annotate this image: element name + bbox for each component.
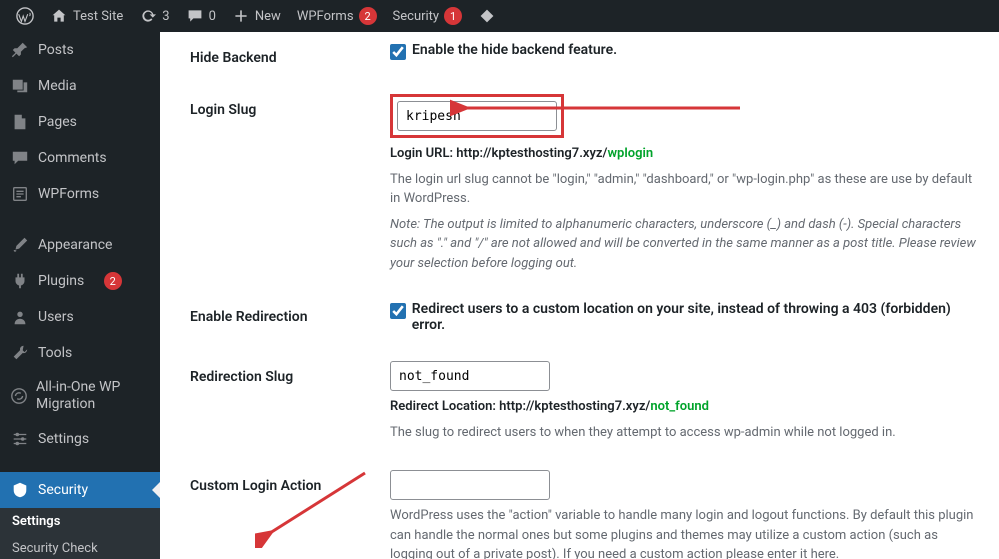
sidebar-item-settings[interactable]: Settings — [0, 421, 160, 457]
sidebar-item-migration[interactable]: All-in-One WP Migration — [0, 371, 160, 421]
enable-redirection-checkbox-label[interactable]: Redirect users to a custom location on y… — [412, 301, 979, 333]
enable-redirection-checkbox[interactable] — [390, 303, 406, 319]
media-icon — [10, 76, 30, 96]
user-icon — [10, 307, 30, 327]
menu-separator — [0, 462, 160, 467]
row-custom-login-action: Custom Login Action WordPress uses the "… — [190, 460, 979, 559]
form-icon — [10, 184, 30, 204]
security-submenu: Settings Security Check Logs Go Pro — [0, 508, 160, 559]
login-slug-label: Login Slug — [190, 94, 390, 273]
sidebar-label: Security — [38, 482, 88, 498]
login-slug-highlight — [390, 94, 564, 138]
comments-count: 0 — [209, 9, 216, 24]
wp-logo[interactable] — [8, 0, 42, 32]
sidebar-label: Media — [38, 78, 77, 94]
sidebar-label: Comments — [38, 150, 107, 166]
sidebar-item-plugins[interactable]: Plugins 2 — [0, 263, 160, 299]
admin-toolbar: Test Site 3 0 New WPForms 2 Security 1 — [0, 0, 999, 32]
wordpress-icon — [16, 7, 34, 25]
site-name[interactable]: Test Site — [42, 0, 131, 32]
wrench-icon — [10, 343, 30, 363]
hide-backend-label: Hide Backend — [190, 42, 390, 66]
wpforms-label: WPForms — [297, 9, 354, 24]
updates-count: 3 — [162, 9, 169, 24]
login-slug-input[interactable] — [397, 101, 557, 131]
sliders-icon — [10, 429, 30, 449]
security-label: Security — [393, 9, 440, 24]
sidebar-label: Tools — [38, 345, 72, 361]
sidebar-item-posts[interactable]: Posts — [0, 32, 160, 68]
sidebar-label: Pages — [38, 114, 77, 130]
toolbar-extra[interactable] — [470, 0, 504, 32]
custom-login-action-label: Custom Login Action — [190, 470, 390, 559]
pin-icon — [10, 40, 30, 60]
login-url-line: Login URL: http://kptesthosting7.xyz/wpl… — [390, 144, 979, 164]
sidebar-label: WPForms — [38, 186, 99, 202]
redirect-location-line: Redirect Location: http://kptesthosting7… — [390, 397, 979, 417]
wpforms-badge: 2 — [359, 7, 377, 25]
sidebar-item-users[interactable]: Users — [0, 299, 160, 335]
brush-icon — [10, 235, 30, 255]
new-content[interactable]: New — [224, 0, 289, 32]
redirection-slug-label: Redirection Slug — [190, 361, 390, 442]
sidebar-item-wpforms[interactable]: WPForms — [0, 176, 160, 212]
submenu-settings[interactable]: Settings — [0, 508, 160, 535]
plus-icon — [232, 7, 250, 25]
row-enable-redirection: Enable Redirection Redirect users to a c… — [190, 291, 979, 351]
shield-icon — [10, 480, 30, 500]
submenu-security-check[interactable]: Security Check — [0, 535, 160, 559]
sidebar-label: Posts — [38, 42, 74, 58]
sidebar-label: Plugins — [38, 273, 84, 289]
comment-icon — [10, 148, 30, 168]
site-name-label: Test Site — [73, 9, 123, 24]
plugins-badge: 2 — [104, 272, 122, 290]
login-slug-note: Note: The output is limited to alphanume… — [390, 215, 979, 274]
updates[interactable]: 3 — [131, 0, 177, 32]
migration-icon — [10, 386, 28, 406]
row-login-slug: Login Slug Login URL: http://kptesthosti… — [190, 84, 979, 291]
sidebar-item-appearance[interactable]: Appearance — [0, 227, 160, 263]
enable-redirection-label: Enable Redirection — [190, 301, 390, 333]
login-slug-desc: The login url slug cannot be "login," "a… — [390, 170, 979, 209]
custom-login-action-input[interactable] — [390, 470, 550, 500]
row-hide-backend: Hide Backend Enable the hide backend fea… — [190, 32, 979, 84]
diamond-icon — [478, 7, 496, 25]
admin-sidebar: Posts Media Pages Comments WPForms Appea… — [0, 32, 160, 559]
toolbar-security[interactable]: Security 1 — [385, 0, 471, 32]
custom-login-action-desc: WordPress uses the "action" variable to … — [390, 506, 979, 559]
sidebar-label: Appearance — [38, 237, 112, 253]
comments[interactable]: 0 — [178, 0, 224, 32]
sidebar-item-tools[interactable]: Tools — [0, 335, 160, 371]
hide-backend-checkbox[interactable] — [390, 44, 406, 60]
row-redirection-slug: Redirection Slug Redirect Location: http… — [190, 351, 979, 460]
sidebar-label: Users — [38, 309, 74, 325]
redirection-slug-input[interactable] — [390, 361, 550, 391]
update-icon — [139, 7, 157, 25]
hide-backend-checkbox-label[interactable]: Enable the hide backend feature. — [412, 42, 617, 58]
new-label: New — [255, 9, 281, 24]
comment-icon — [186, 7, 204, 25]
page-icon — [10, 112, 30, 132]
sidebar-label: Settings — [38, 431, 89, 447]
sidebar-item-security[interactable]: Security — [0, 472, 160, 508]
plug-icon — [10, 271, 30, 291]
sidebar-item-media[interactable]: Media — [0, 68, 160, 104]
sidebar-label: All-in-One WP Migration — [36, 379, 152, 413]
security-badge: 1 — [444, 7, 462, 25]
settings-content: Hide Backend Enable the hide backend fea… — [160, 32, 999, 559]
sidebar-item-comments[interactable]: Comments — [0, 140, 160, 176]
home-icon — [50, 7, 68, 25]
redirection-slug-desc: The slug to redirect users to when they … — [390, 423, 979, 443]
toolbar-wpforms[interactable]: WPForms 2 — [289, 0, 385, 32]
sidebar-item-pages[interactable]: Pages — [0, 104, 160, 140]
menu-separator — [0, 217, 160, 222]
